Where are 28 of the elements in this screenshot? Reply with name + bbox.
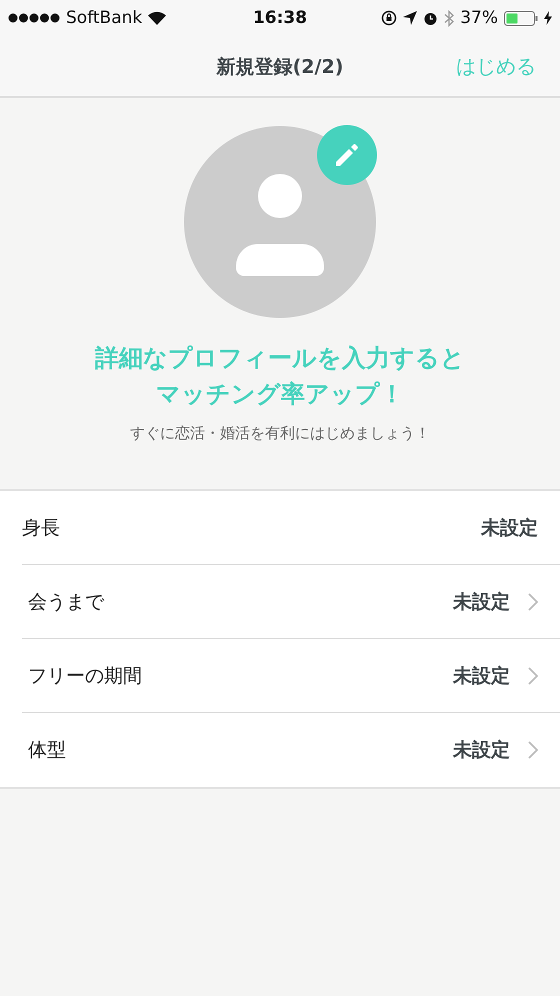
setting-label: 身長 <box>22 516 61 540</box>
signal-icon <box>8 13 60 23</box>
battery-percent: 37% <box>460 8 498 28</box>
setting-label: 会うまで <box>28 590 106 614</box>
carrier-name: SoftBank <box>66 8 142 28</box>
wifi-icon <box>148 11 166 25</box>
setting-value: 未設定 <box>481 516 538 540</box>
avatar-placeholder-icon <box>184 126 376 318</box>
rotation-lock-icon <box>381 10 398 26</box>
profile-setting-row[interactable]: 体型 未設定 <box>22 713 560 787</box>
headline-line: 詳細なプロフィールを入力すると <box>95 343 465 374</box>
battery-icon <box>504 10 538 26</box>
alarm-clock-icon <box>423 10 438 26</box>
bluetooth-icon <box>444 10 454 26</box>
profile-setting-row[interactable]: フリーの期間 未設定 <box>22 639 560 713</box>
setting-value: 未設定 <box>453 738 510 763</box>
screen-title: 新規登録(2/2) <box>216 55 344 80</box>
pencil-icon <box>334 142 360 168</box>
profile-setting-row[interactable]: 会うまで 未設定 <box>22 565 560 639</box>
subtitle-text: すぐに恋活・婚活を有利にはじめましょう！ <box>130 424 430 443</box>
setting-value: 未設定 <box>453 590 510 614</box>
setting-label: フリーの期間 <box>28 664 143 688</box>
location-arrow-icon <box>403 11 418 25</box>
setting-label: 体型 <box>28 738 67 763</box>
clock-time: 16:38 <box>252 8 308 28</box>
headline-line: マッチング率アップ！ <box>156 379 404 410</box>
charging-bolt-icon <box>544 11 552 25</box>
setting-value: 未設定 <box>453 664 510 688</box>
